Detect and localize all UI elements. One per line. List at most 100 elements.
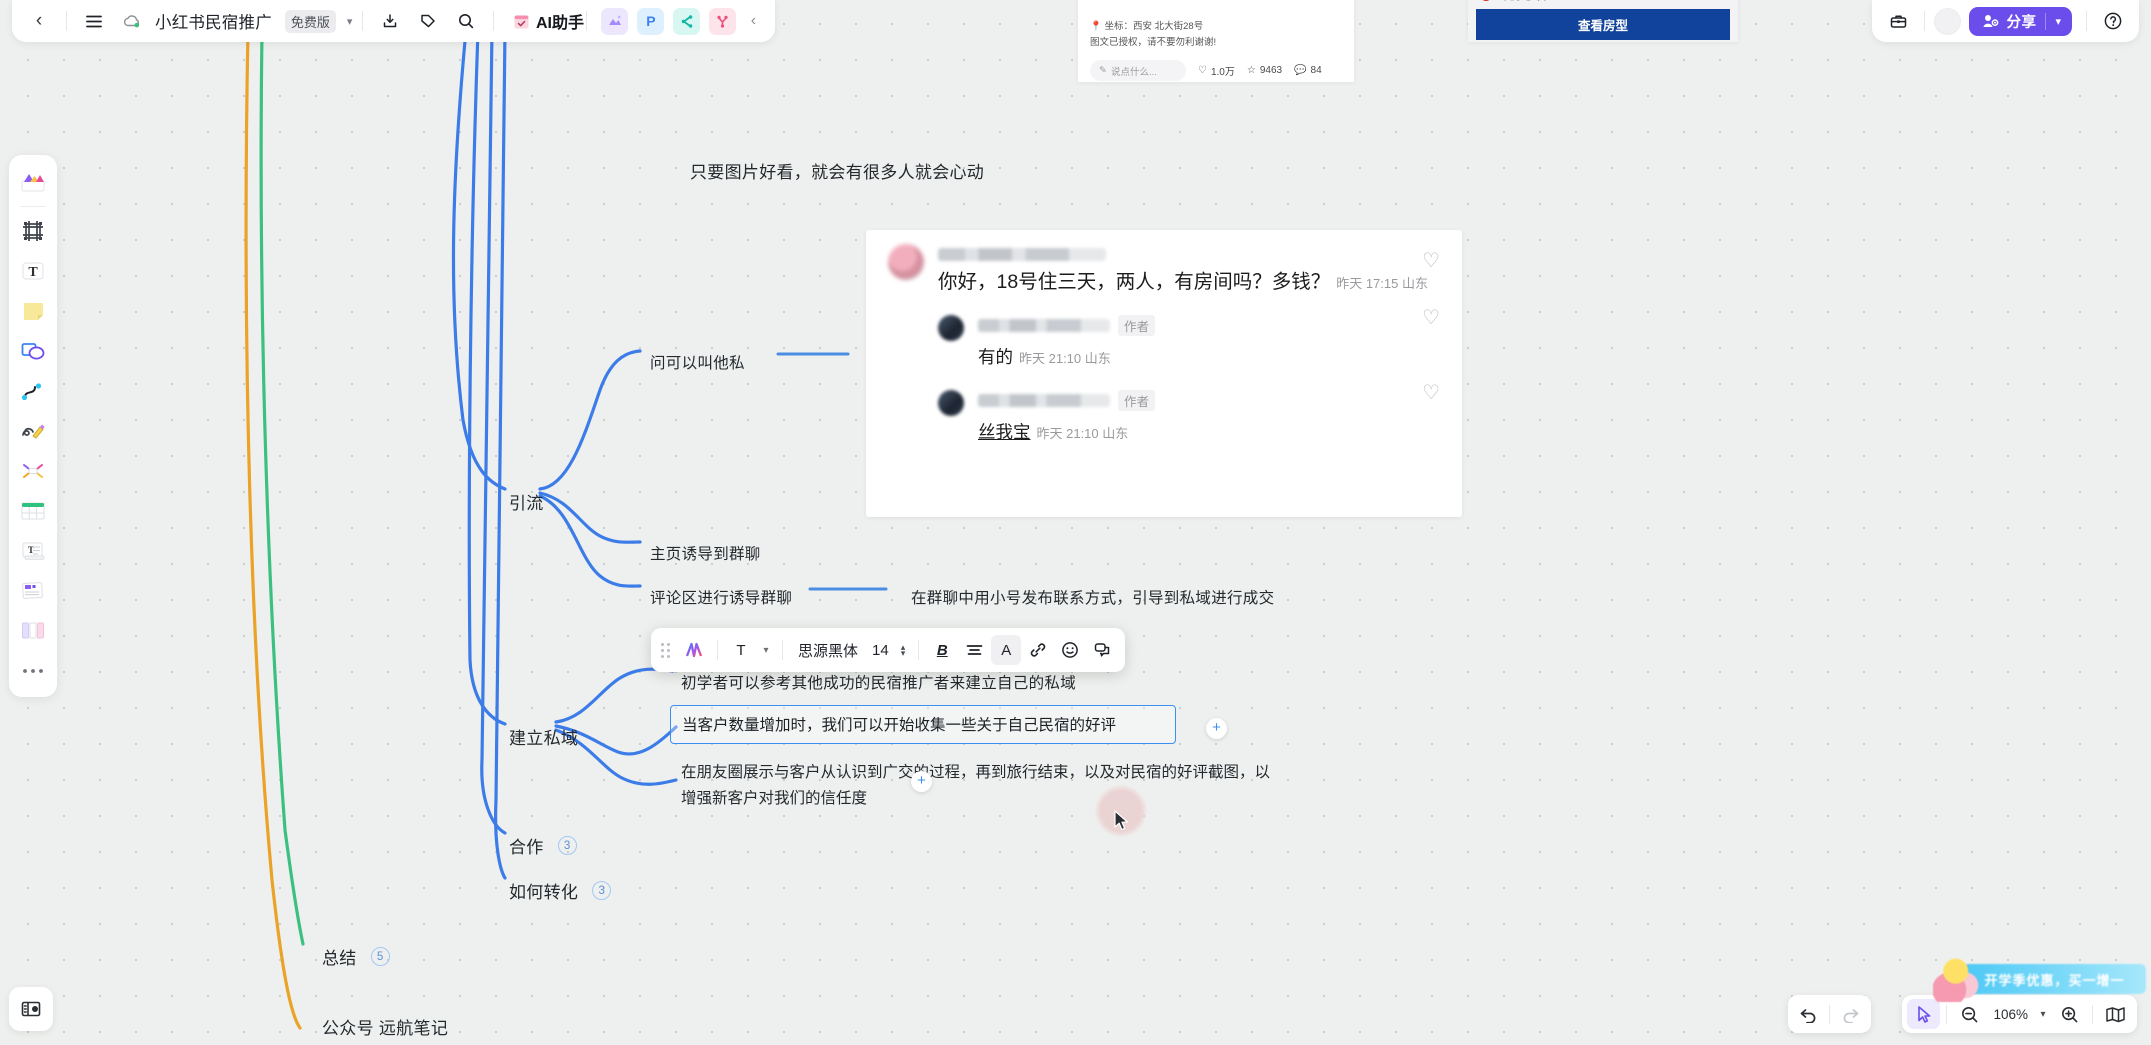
hotel-view-rooms-button[interactable]: 查看房型 — [1476, 9, 1730, 40]
font-family-select[interactable]: 思源黑体 — [791, 640, 865, 661]
pen-icon[interactable] — [14, 412, 52, 450]
table-icon[interactable] — [14, 492, 52, 530]
collapse-apps-icon[interactable]: ‹ — [745, 6, 761, 36]
share-button[interactable]: 分享 ▾ — [1969, 6, 2072, 36]
redo-icon[interactable] — [1834, 999, 1867, 1029]
toolbox-icon[interactable] — [1881, 6, 1915, 36]
like-heart-icon[interactable]: ♡ — [1422, 248, 1440, 273]
mindmap-icon[interactable] — [14, 452, 52, 490]
node-image-good[interactable]: 只要图片好看，就会有很多人就会心动 — [690, 158, 984, 183]
sticky-note-icon[interactable] — [14, 292, 52, 330]
promo-banner[interactable]: 开学季优惠，买一增一 — [1933, 958, 2146, 1002]
note-like-stat[interactable]: ♡ 1.0万 — [1198, 63, 1235, 78]
undo-icon[interactable] — [1792, 999, 1825, 1029]
mindmap-canvas[interactable] — [0, 0, 2151, 1045]
text-format-toolbar[interactable]: T ▾ 思源黑体 14 ▴ ▾ B A — [651, 628, 1126, 672]
comment-reply-2[interactable]: 作者 丝我宝 昨天 21:10 山东 ♡ — [866, 374, 1462, 449]
text-color-button[interactable]: A — [991, 635, 1022, 665]
zoom-in-icon[interactable] — [2053, 999, 2086, 1029]
map-view-icon[interactable] — [2099, 999, 2132, 1029]
note-comment-input[interactable]: ✎ 说点什么... — [1090, 60, 1186, 81]
font-size-stepper[interactable]: ▴ ▾ — [896, 643, 911, 658]
promo-mascot-icon — [1933, 958, 1987, 1002]
image-app-icon[interactable] — [601, 7, 629, 35]
like-heart-icon[interactable]: ♡ — [1422, 380, 1440, 405]
share-chevron-down-icon[interactable]: ▾ — [2046, 15, 2070, 28]
node-comment-group[interactable]: 评论区进行诱导群聊 — [650, 586, 792, 608]
tag-icon[interactable] — [411, 6, 445, 36]
how-convert-count-badge[interactable]: 3 — [592, 881, 612, 900]
comment-primary[interactable]: 你好，18号住三天，两人，有房间吗？多钱？ 昨天 17:15 山东 ♡ — [866, 230, 1462, 299]
left-tool-rail[interactable]: T T — [9, 155, 57, 697]
summary-count-badge[interactable]: 5 — [370, 947, 390, 966]
align-center-icon[interactable] — [959, 635, 989, 665]
note-collect-stat[interactable]: ☆ 9463 — [1247, 65, 1282, 76]
node-ask-private[interactable]: 问可以叫他私 — [650, 351, 745, 373]
node-summary-wrap[interactable]: 总结 5 — [322, 944, 390, 969]
node-wechat[interactable]: 公众号 远航笔记 — [322, 1014, 448, 1039]
text-style-icon[interactable]: T — [726, 635, 756, 665]
node-group-contact[interactable]: 在群聊中用小号发布联系方式，引导到私域进行成交 — [911, 586, 1274, 608]
kanban-icon[interactable] — [14, 612, 52, 650]
zoom-chevron-down-icon[interactable]: ▾ — [2035, 999, 2051, 1029]
like-heart-icon[interactable]: ♡ — [1422, 305, 1440, 330]
shape-icon[interactable] — [14, 332, 52, 370]
zoom-out-icon[interactable] — [1953, 999, 1986, 1029]
flow-app-icon[interactable] — [673, 7, 701, 35]
toolbar-drag-handle[interactable] — [659, 642, 677, 658]
node-summary: 总结 — [322, 949, 357, 968]
avatar[interactable] — [1934, 7, 1962, 35]
templates-icon[interactable] — [14, 163, 52, 201]
add-sibling-node-button[interactable]: + — [1206, 718, 1227, 739]
emoji-icon[interactable] — [1055, 635, 1085, 665]
title-chevron-down-icon[interactable]: ▾ — [347, 15, 353, 28]
cloud-sync-icon — [115, 6, 149, 36]
text-icon[interactable]: T — [14, 252, 52, 290]
top-toolbar-left[interactable]: ‹ 小红书民宿推广 免费版 ▾ AI助手 P ‹ — [12, 0, 776, 42]
selected-node-editor[interactable]: 当客户数量增加时，我们可以开始收集一些关于自己民宿的好评 — [670, 705, 1176, 744]
mindmap-app-icon[interactable] — [709, 7, 737, 35]
pasted-hotel-screenshot[interactable]: ⊞ 前台服务 24小时前台 展开全部店铺服务 ! 订房必读 查看房型 — [1468, 0, 1738, 42]
download-icon[interactable] — [373, 6, 407, 36]
node-traffic[interactable]: 引流 — [509, 489, 544, 514]
history-controls[interactable] — [1788, 995, 1871, 1033]
calendar-icon[interactable] — [504, 6, 538, 36]
ai-magic-icon[interactable] — [679, 635, 709, 665]
bold-button[interactable]: B — [927, 635, 957, 665]
node-build-private[interactable]: 建立私域 — [509, 724, 578, 749]
back-icon[interactable]: ‹ — [22, 6, 56, 36]
node-cooperation-wrap[interactable]: 合作 3 — [509, 833, 577, 858]
text-card-icon[interactable]: T — [14, 532, 52, 570]
plan-badge[interactable]: 免费版 — [284, 9, 336, 33]
comment-reply-1[interactable]: 作者 有的 昨天 21:10 山东 ♡ — [866, 299, 1462, 374]
document-icon[interactable] — [14, 572, 52, 610]
add-child-node-button[interactable]: + — [911, 771, 932, 792]
help-icon[interactable] — [2096, 6, 2130, 36]
frame-icon[interactable] — [14, 212, 52, 250]
font-size-input[interactable]: 14 — [867, 642, 894, 659]
connector-icon[interactable] — [14, 372, 52, 410]
cooperation-count-badge[interactable]: 3 — [557, 836, 577, 855]
more-icon[interactable] — [14, 652, 52, 690]
node-beginner[interactable]: 初学者可以参考其他成功的民宿推广者来建立自己的私域 — [681, 671, 1076, 693]
text-style-chevron-down-icon[interactable]: ▾ — [758, 635, 774, 665]
pasted-note-screenshot[interactable]: 贵一点，如果四个人住复式房间也可以，复式好像在 400+基本上都是人均100+，… — [1078, 0, 1354, 82]
node-friend-circle-paragraph[interactable]: 在朋友圈展示与客户从认识到广交的过程，再到旅行结束，以及对民宿的好评截图，以增强… — [681, 760, 1281, 812]
app-shortcuts[interactable]: P ‹ — [597, 6, 765, 36]
link-icon[interactable] — [1023, 635, 1053, 665]
note-comment-stat[interactable]: 💬 84 — [1294, 65, 1322, 76]
search-icon[interactable] — [449, 6, 483, 36]
presentation-app-icon[interactable]: P — [637, 7, 665, 35]
pointer-icon[interactable] — [1907, 999, 1941, 1029]
comment-text: 有的 昨天 21:10 山东 — [978, 347, 1111, 367]
zoom-level-label[interactable]: 106% — [1988, 1007, 2033, 1022]
node-how-convert-wrap[interactable]: 如何转化 3 — [509, 878, 612, 903]
node-homepage-group[interactable]: 主页诱导到群聊 — [650, 542, 761, 564]
ai-assistant-button[interactable]: AI助手 — [536, 6, 584, 36]
comment-icon[interactable] — [1087, 635, 1117, 665]
top-toolbar-right[interactable]: 分享 ▾ — [1872, 0, 2139, 42]
pasted-comments-screenshot[interactable]: 你好，18号住三天，两人，有房间吗？多钱？ 昨天 17:15 山东 ♡ 作者 有的… — [866, 230, 1462, 517]
presentation-mode-button[interactable] — [9, 987, 53, 1031]
document-title[interactable]: 小红书民宿推广 — [153, 9, 274, 33]
menu-icon[interactable] — [77, 6, 111, 36]
